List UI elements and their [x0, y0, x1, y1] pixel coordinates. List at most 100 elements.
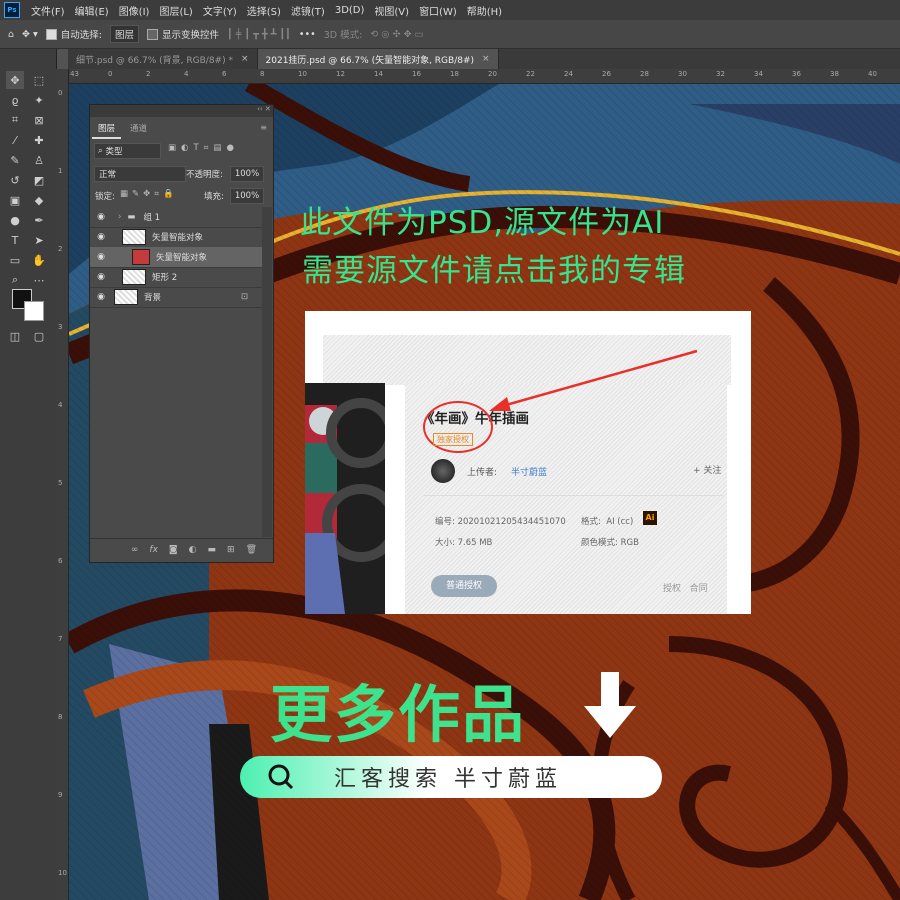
- link-icon[interactable]: ∞: [131, 545, 139, 555]
- layer-filter-dropdown[interactable]: ⌕ 类型: [94, 143, 161, 159]
- contract-link[interactable]: 合同: [690, 584, 708, 594]
- home-icon[interactable]: ⌂: [8, 29, 14, 40]
- opacity-input[interactable]: 100%: [230, 166, 264, 182]
- align-icons[interactable]: ┃ ╪ ┃ ┳ ╋ ┻ ┃┃: [227, 29, 291, 40]
- fx-icon[interactable]: fx: [149, 545, 158, 555]
- vertical-ruler[interactable]: 0 1 2 3 4 5 6 7 8 9 10: [56, 69, 69, 900]
- license-link[interactable]: 授权: [663, 584, 681, 594]
- layer-name: 矢量智能对象: [156, 253, 208, 263]
- opacity-label: 不透明度:: [186, 170, 223, 180]
- adjustment-icon[interactable]: ◐: [189, 545, 197, 555]
- ruler-tick-label: 18: [450, 70, 459, 78]
- ruler-tick-label: 2: [58, 245, 63, 253]
- menu-image[interactable]: 图像(I): [114, 3, 155, 18]
- uploader-name-link[interactable]: 半寸蔚蓝: [511, 465, 547, 478]
- menu-filter[interactable]: 滤镜(T): [286, 3, 330, 18]
- path-select-icon[interactable]: ➤: [30, 231, 48, 249]
- show-transform-checkbox[interactable]: [147, 28, 158, 40]
- eye-icon[interactable]: ◉: [94, 232, 108, 242]
- pen-tool-icon[interactable]: ✒: [30, 211, 48, 229]
- edit-toolbar-icon[interactable]: ⋯: [30, 271, 48, 289]
- avatar[interactable]: [431, 459, 455, 483]
- panel-menu-icon[interactable]: ≡: [260, 123, 267, 132]
- background-color-swatch[interactable]: [24, 301, 44, 321]
- trash-icon[interactable]: 🗑: [246, 545, 257, 555]
- blend-mode-dropdown[interactable]: 正常: [94, 166, 186, 182]
- layers-scrollbar[interactable]: [262, 207, 272, 537]
- panel-header[interactable]: ‹‹ ✕: [90, 105, 273, 117]
- uploader-label: 上传者:: [467, 468, 498, 478]
- healing-brush-icon[interactable]: ✚: [30, 131, 48, 149]
- blur-tool-icon[interactable]: ◆: [30, 191, 48, 209]
- dodge-tool-icon[interactable]: ●: [6, 211, 24, 229]
- layer-row-smart-object-1[interactable]: ◉ 矢量智能对象: [90, 227, 262, 248]
- menu-select[interactable]: 选择(S): [242, 3, 286, 18]
- menu-edit[interactable]: 编辑(E): [70, 3, 114, 18]
- move-tool-preset-icon[interactable]: ✥ ▾: [22, 29, 38, 40]
- folder-icon[interactable]: ▬: [208, 545, 217, 555]
- quick-mask-icon[interactable]: ◫: [6, 327, 24, 345]
- more-options-button[interactable]: •••: [299, 29, 316, 40]
- stamp-tool-icon[interactable]: ♙: [30, 151, 48, 169]
- type-tool-icon[interactable]: T: [6, 231, 24, 249]
- crop-tool-icon[interactable]: ⌗: [6, 111, 24, 129]
- ruler-tick-label: 22: [526, 70, 535, 78]
- layer-row-group-1[interactable]: ◉ › ▬ 组 1: [90, 207, 262, 228]
- layer-row-background[interactable]: ◉ 背景 ⊡: [90, 287, 262, 308]
- layer-row-smart-object-2[interactable]: ◉ 矢量智能对象: [90, 247, 262, 268]
- menu-layer[interactable]: 图层(L): [154, 3, 197, 18]
- chevron-right-icon[interactable]: ›: [118, 212, 121, 222]
- brush-tool-icon[interactable]: ✎: [6, 151, 24, 169]
- menu-3d[interactable]: 3D(D): [330, 5, 370, 16]
- zoom-tool-icon[interactable]: ⌕: [6, 271, 24, 289]
- mask-icon[interactable]: ◙: [169, 545, 178, 555]
- close-icon[interactable]: ×: [241, 54, 249, 64]
- standard-license-button[interactable]: 普通授权: [431, 575, 497, 597]
- menu-type[interactable]: 文字(Y): [198, 3, 242, 18]
- frame-tool-icon[interactable]: ⊠: [30, 111, 48, 129]
- 3d-tools-icons[interactable]: ⟲ ◎ ✣ ✥ ▭: [370, 29, 423, 40]
- exclusive-badge: 独家授权: [433, 433, 473, 446]
- menu-view[interactable]: 视图(V): [369, 3, 414, 18]
- menu-file[interactable]: 文件(F): [26, 3, 70, 18]
- auto-select-dropdown[interactable]: 图层: [109, 25, 139, 43]
- fill-input[interactable]: 100%: [230, 188, 264, 204]
- magic-wand-icon[interactable]: ✦: [30, 91, 48, 109]
- filter-type-icons[interactable]: ▣◐T⌗▤●: [168, 143, 239, 153]
- menu-help[interactable]: 帮助(H): [462, 3, 507, 18]
- layer-thumbnail: [114, 289, 138, 305]
- tab-calendar-psd[interactable]: 2021挂历.psd @ 66.7% (矢量智能对象, RGB/8#) ×: [257, 49, 499, 69]
- eyedropper-icon[interactable]: ⁄: [6, 131, 24, 149]
- move-tool-icon[interactable]: ✥: [6, 71, 24, 89]
- color-mode-label: 颜色模式:: [581, 538, 618, 548]
- menu-window[interactable]: 窗口(W): [414, 3, 462, 18]
- more-works-heading: 更多作品: [270, 678, 527, 751]
- tab-channels[interactable]: 通道: [124, 119, 153, 137]
- tab-detail-psd[interactable]: 细节.psd @ 66.7% (背景, RGB/8#) * ×: [68, 49, 258, 69]
- show-transform-label: 显示变换控件: [162, 30, 220, 41]
- ruler-tick-label: 12: [336, 70, 345, 78]
- shape-tool-icon[interactable]: ▭: [6, 251, 24, 269]
- eye-icon[interactable]: ◉: [94, 292, 108, 302]
- lock-icon: ⊡: [240, 292, 248, 302]
- lasso-tool-icon[interactable]: ϱ: [6, 91, 24, 109]
- eye-icon[interactable]: ◉: [94, 212, 108, 222]
- eye-icon[interactable]: ◉: [94, 272, 108, 282]
- follow-button[interactable]: + 关注: [693, 463, 721, 476]
- marquee-tool-icon[interactable]: ⬚: [30, 71, 48, 89]
- eye-icon[interactable]: ◉: [94, 252, 108, 262]
- tab-layers[interactable]: 图层: [92, 119, 122, 139]
- search-banner[interactable]: 汇客搜索 半寸蔚蓝: [240, 756, 662, 798]
- history-brush-icon[interactable]: ↺: [6, 171, 24, 189]
- layer-row-rectangle-2[interactable]: ◉ 矩形 2: [90, 267, 262, 288]
- eraser-tool-icon[interactable]: ◩: [30, 171, 48, 189]
- horizontal-ruler[interactable]: 43 0 2 4 6 8 10 12 14 16 18 20 22 24 26 28 30 32 34 36 38 40: [68, 69, 900, 84]
- new-layer-icon[interactable]: ⊞: [227, 545, 235, 555]
- hand-tool-icon[interactable]: ✋: [30, 251, 48, 269]
- screen-mode-icon[interactable]: ▢: [30, 327, 48, 345]
- gradient-tool-icon[interactable]: ▣: [6, 191, 24, 209]
- lock-icons[interactable]: ▦✎✥⌗🔒: [120, 189, 178, 199]
- close-icon[interactable]: ×: [482, 54, 490, 64]
- ruler-tick-label: 2: [146, 70, 151, 78]
- auto-select-checkbox[interactable]: [45, 28, 57, 40]
